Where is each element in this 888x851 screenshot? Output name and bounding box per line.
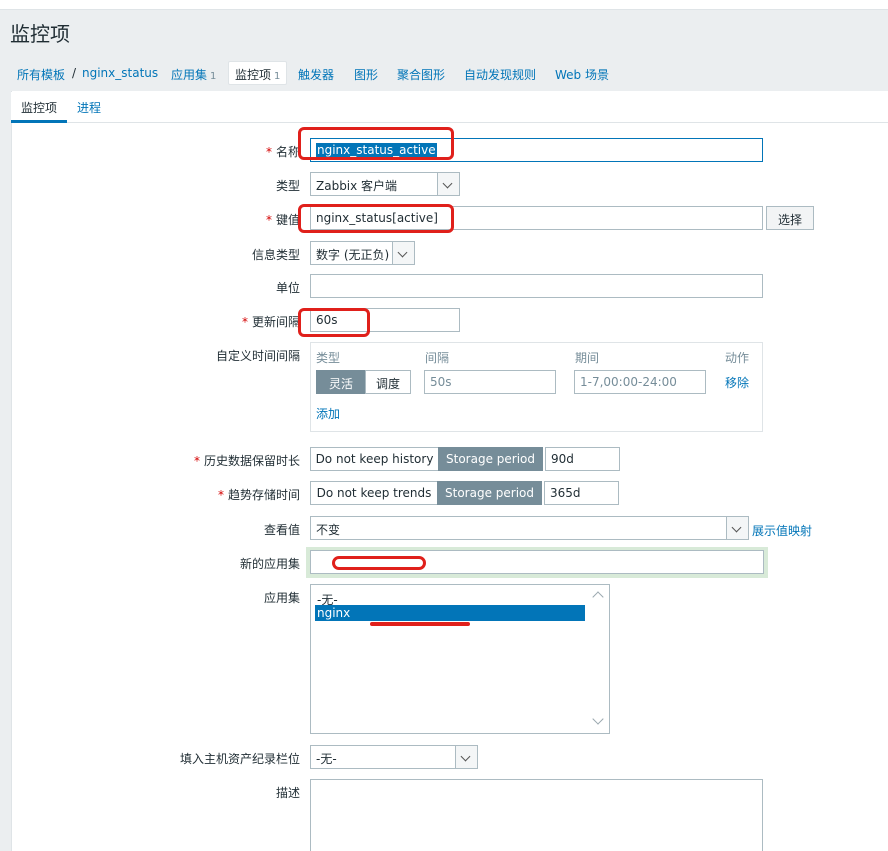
scroll-up-icon[interactable] [592, 591, 604, 603]
history-label: * 历史数据保留时长 [193, 454, 300, 468]
nav-items[interactable]: 监控项 1 [228, 61, 288, 85]
history-storage-period-option[interactable]: Storage period [438, 447, 543, 471]
nav-triggers[interactable]: 触发器 [298, 66, 334, 83]
scheduling-toggle[interactable]: 调度 [365, 370, 411, 394]
key-select-button[interactable]: 选择 [766, 206, 814, 230]
key-input[interactable]: nginx_status[active] [310, 206, 763, 230]
nav-web-scenarios[interactable]: Web 场景 [555, 66, 609, 83]
chevron-down-icon [437, 173, 459, 195]
interval-input[interactable]: 60s [310, 308, 460, 332]
custom-period-input[interactable]: 1-7,00:00-24:00 [574, 370, 706, 394]
new-application-label: 新的应用集 [239, 557, 300, 571]
col-type: 类型 [316, 351, 341, 365]
list-item[interactable]: nginx [315, 605, 585, 621]
applications-listbox[interactable]: -无- nginx [310, 584, 610, 734]
type-select[interactable]: Zabbix 客户端 [310, 172, 460, 196]
trends-no-keep-option[interactable]: Do not keep trends [310, 481, 438, 505]
custom-intervals-label: 自定义时间间隔 [215, 349, 300, 363]
inventory-label: 填入主机资产纪录栏位 [179, 752, 300, 766]
top-strip [0, 0, 888, 10]
tab-item-underline [11, 120, 67, 123]
form-panel [11, 91, 888, 851]
description-textarea[interactable] [310, 779, 763, 851]
units-label: 单位 [275, 281, 300, 295]
breadcrumb-template[interactable]: nginx_status [82, 66, 158, 80]
list-item[interactable]: -无- [315, 590, 585, 607]
nav-discovery-rules[interactable]: 自动发现规则 [464, 66, 536, 83]
tab-preprocessing[interactable]: 进程 [77, 99, 101, 116]
col-action: 动作 [725, 351, 750, 365]
breadcrumb: 所有模板 / nginx_status 应用集 1 监控项 1 触发器 图形 聚合图… [0, 59, 888, 89]
col-period: 期间 [575, 351, 600, 365]
chevron-down-icon [455, 746, 477, 768]
history-no-keep-option[interactable]: Do not keep history [310, 447, 439, 471]
info-type-label: 信息类型 [251, 248, 300, 262]
nav-applications[interactable]: 应用集 1 [171, 66, 216, 83]
chevron-down-icon [392, 242, 414, 264]
col-interval: 间隔 [425, 351, 450, 365]
history-input[interactable]: 90d [545, 447, 620, 471]
chevron-down-icon [726, 517, 748, 539]
scroll-down-icon[interactable] [592, 713, 604, 725]
info-type-select[interactable]: 数字 (无正负) [310, 241, 415, 265]
units-input[interactable] [310, 274, 763, 298]
key-label: * 键值 [265, 213, 300, 227]
custom-interval-input[interactable]: 50s [424, 370, 556, 394]
nav-screens[interactable]: 聚合图形 [397, 66, 445, 83]
applications-label: 应用集 [263, 591, 300, 605]
description-label: 描述 [275, 786, 300, 800]
add-interval-link[interactable]: 添加 [316, 405, 340, 422]
name-input[interactable]: nginx_status_active [310, 138, 763, 162]
breadcrumb-all-templates[interactable]: 所有模板 [17, 66, 65, 83]
type-label: 类型 [275, 179, 300, 193]
annotation-new-app-scribble [332, 556, 426, 570]
annotation-app-underline [370, 622, 470, 626]
valuemap-select[interactable]: 不变 [310, 516, 749, 540]
inventory-select[interactable]: -无- [310, 745, 478, 769]
flexible-toggle[interactable]: 灵活 [316, 370, 366, 394]
custom-intervals-box: 类型 间隔 期间 动作 灵活 调度 50s 1-7,00:00-24:00 移除… [310, 342, 763, 432]
remove-interval-link[interactable]: 移除 [725, 374, 749, 391]
breadcrumb-separator: / [72, 66, 77, 80]
form-tabs: 监控项 进程 [11, 92, 888, 123]
page-title: 监控项 [10, 22, 70, 46]
tab-item[interactable]: 监控项 [21, 99, 57, 116]
valuemap-label: 查看值 [263, 523, 300, 537]
name-label: * 名称 [265, 145, 300, 159]
nav-graphs[interactable]: 图形 [354, 66, 378, 83]
interval-label: * 更新间隔 [241, 315, 300, 329]
trends-storage-period-option[interactable]: Storage period [437, 481, 542, 505]
show-value-mappings-link[interactable]: 展示值映射 [752, 522, 812, 539]
trends-input[interactable]: 365d [544, 481, 619, 505]
trends-label: * 趋势存储时间 [217, 488, 300, 502]
